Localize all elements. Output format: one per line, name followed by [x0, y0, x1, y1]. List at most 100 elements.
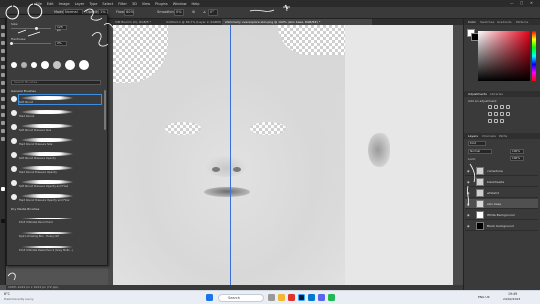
discord-icon[interactable] — [318, 294, 325, 301]
visibility-eye-icon[interactable]: ◉ — [467, 180, 470, 184]
tab-color[interactable]: Color — [468, 19, 476, 25]
visibility-eye-icon[interactable]: ◉ — [467, 191, 470, 195]
healing-tool-icon[interactable] — [1, 65, 5, 69]
task-view-icon[interactable] — [268, 294, 275, 301]
layer-opacity-field[interactable]: 100% — [510, 149, 524, 154]
brush-item-kyle-pastel-pencil[interactable]: KYLE Ultimate Pastel Pencil (Grey Multi.… — [19, 243, 101, 252]
menu-plugins[interactable]: Plugins — [155, 2, 168, 6]
brush-tool-icon[interactable] — [1, 73, 5, 77]
tab-swatches[interactable]: Swatches — [480, 19, 494, 25]
tab-libraries[interactable]: Libraries — [490, 91, 503, 97]
spotify-icon[interactable] — [328, 294, 335, 301]
edge-icon[interactable] — [308, 294, 315, 301]
dodge-tool-icon[interactable] — [1, 105, 5, 109]
recent-brush-3[interactable] — [31, 62, 37, 68]
start-icon[interactable] — [206, 294, 213, 301]
hue-saturation-icon[interactable] — [494, 112, 498, 116]
brush-item-hard-round-pressure-opacity-flow[interactable]: Hard Round Pressure Opacity and Flow — [19, 193, 101, 202]
menu-help[interactable]: Help — [192, 2, 200, 6]
levels-icon[interactable] — [494, 105, 498, 109]
threshold-icon[interactable] — [500, 119, 504, 123]
layer-row-comedone[interactable]: ◉ comedone — [465, 166, 538, 176]
size-slider-knob[interactable] — [35, 27, 38, 30]
recent-brush-6[interactable] — [65, 60, 75, 70]
menu-image[interactable]: Image — [59, 2, 70, 6]
recent-brush-1[interactable] — [11, 62, 17, 68]
tab-gradients[interactable]: Gradients — [497, 19, 512, 25]
hardness-field[interactable]: 0% — [55, 41, 67, 46]
brightness-icon[interactable] — [488, 105, 492, 109]
brush-item-hard-round[interactable]: Hard Round — [19, 109, 101, 118]
visibility-eye-icon[interactable]: ◉ — [467, 213, 470, 217]
visibility-eye-icon[interactable]: ◉ — [467, 224, 470, 228]
layer-fill-field[interactable]: 100% — [510, 156, 524, 161]
file-explorer-icon[interactable] — [278, 294, 285, 301]
recent-brush-2[interactable] — [21, 62, 27, 68]
close-button[interactable]: ✕ — [530, 1, 533, 5]
menu-view[interactable]: View — [142, 2, 150, 6]
clock-date[interactable]: 24/02/2023 — [503, 297, 520, 301]
visibility-eye-icon[interactable]: ◉ — [467, 202, 470, 206]
color-balance-icon[interactable] — [500, 112, 504, 116]
lasso-tool-icon[interactable] — [1, 41, 5, 45]
tab-adjustments[interactable]: Adjustments — [468, 91, 487, 97]
brush-item-kyle-pencil-hard[interactable]: KYLE Ultimate Pencil Hard — [19, 215, 101, 224]
recent-brush-7[interactable] — [79, 60, 89, 70]
tab-patterns[interactable]: Patterns — [516, 19, 528, 25]
brush-search-input[interactable]: Search Brushes — [11, 80, 101, 85]
menu-filter[interactable]: Filter — [118, 2, 127, 6]
vibrance-icon[interactable] — [488, 112, 492, 116]
tab-paths[interactable]: Paths — [499, 133, 507, 139]
photoshop-icon[interactable] — [298, 294, 305, 301]
pen-tool-icon[interactable] — [1, 113, 5, 117]
size-field[interactable]: 125 px — [55, 25, 67, 32]
taskbar-search[interactable]: Search — [218, 294, 264, 302]
size-slider-track[interactable] — [11, 28, 51, 29]
brush-item-soft-round-pressure-opacity[interactable]: Soft Round Pressure Opacity — [19, 151, 101, 160]
background-color-swatch[interactable] — [1, 219, 5, 223]
clone-stamp-tool-icon[interactable] — [1, 81, 5, 85]
move-tool-icon[interactable] — [1, 25, 5, 29]
menu-layer[interactable]: Layer — [75, 2, 85, 6]
layer-row-blackheads[interactable]: ◉ blackheads — [465, 177, 538, 187]
black-white-icon[interactable] — [506, 112, 510, 116]
maximize-button[interactable]: □ — [520, 1, 523, 5]
layer-row-white-background[interactable]: ◉ White Background — [465, 210, 538, 220]
blend-mode-select[interactable]: Normal — [468, 149, 492, 154]
hardness-slider-knob[interactable] — [10, 42, 13, 45]
marquee-tool-icon[interactable] — [1, 33, 5, 37]
brush-item-hard-round-pressure-size[interactable]: Hard Round Pressure Size — [19, 137, 101, 146]
zoom-tool-icon[interactable] — [1, 137, 5, 141]
chrome-icon[interactable] — [288, 294, 295, 301]
tab-layers[interactable]: Layers — [468, 133, 478, 139]
curves-icon[interactable] — [500, 105, 504, 109]
exposure-icon[interactable] — [506, 105, 510, 109]
layer-row-skin-base[interactable]: ◉ skin base — [465, 199, 538, 209]
layer-row-whitehd[interactable]: ◉ whitehd — [465, 188, 538, 198]
document-canvas[interactable] — [113, 25, 453, 285]
hardness-slider-track[interactable] — [11, 43, 51, 44]
brush-item-kyle-drawing-box[interactable]: Kyle's Drawing Box - Heavy Gfl — [19, 229, 101, 238]
flow-field[interactable]: 60% — [124, 9, 134, 16]
language-indicator[interactable]: ENG UK — [478, 295, 490, 299]
angle-field[interactable]: 0° — [208, 9, 218, 16]
menu-type[interactable]: Type — [89, 2, 97, 6]
layer-filter-kind[interactable]: Kind — [468, 141, 486, 146]
tab-channels[interactable]: Channels — [482, 133, 496, 139]
type-tool-icon[interactable] — [1, 121, 5, 125]
brush-item-hard-round-pressure-opacity[interactable]: Hard Round Pressure Opacity — [19, 165, 101, 174]
menu-edit[interactable]: Edit — [47, 2, 54, 6]
dry-media-brushes-group[interactable]: Dry Media Brushes — [11, 207, 39, 211]
menu-select[interactable]: Select — [102, 2, 113, 6]
menu-file[interactable]: File — [36, 2, 42, 6]
brush-item-soft-round-pressure-opacity-flow[interactable]: Soft Round Pressure Opacity and Flow — [19, 179, 101, 188]
gradient-tool-icon[interactable] — [1, 97, 5, 101]
menu-3d[interactable]: 3D — [132, 2, 137, 6]
brush-item-soft-round[interactable]: Soft Round — [18, 94, 102, 105]
weather-text[interactable]: Predominantly sunny — [4, 297, 34, 301]
hue-slider[interactable] — [532, 31, 536, 81]
invert-icon[interactable] — [488, 119, 492, 123]
weather-temp[interactable]: 8°C — [4, 292, 10, 296]
smoothing-field[interactable]: 0% — [174, 9, 184, 16]
eraser-tool-icon[interactable] — [1, 89, 5, 93]
